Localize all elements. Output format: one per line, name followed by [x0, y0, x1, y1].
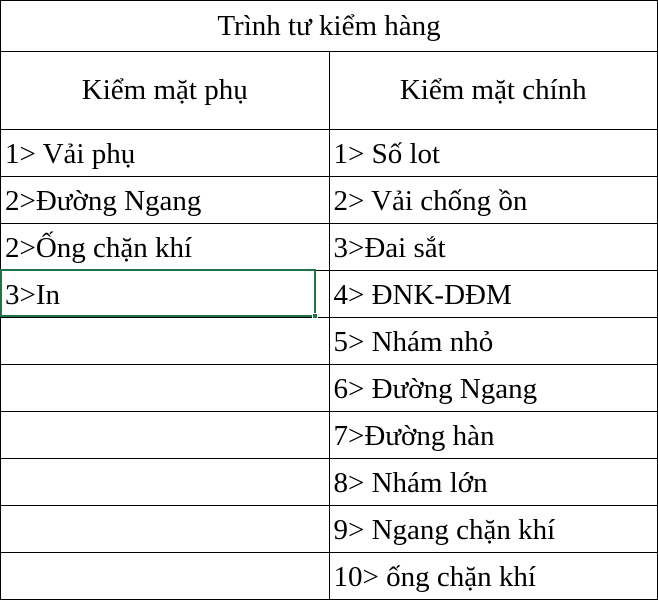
table-title-cell[interactable]: Trình tư kiểm hàng	[0, 0, 658, 52]
main-side-cell[interactable]: 4> ĐNK-DĐM	[328, 270, 658, 318]
secondary-side-cell[interactable]	[0, 364, 330, 412]
secondary-side-cell[interactable]	[0, 505, 330, 553]
secondary-side-cell[interactable]	[0, 552, 330, 600]
table-row: 3>In 4> ĐNK-DĐM	[0, 270, 658, 318]
secondary-side-cell[interactable]: 2>Đường Ngang	[0, 176, 330, 224]
secondary-side-cell[interactable]	[0, 317, 330, 365]
title-row: Trình tư kiểm hàng	[0, 0, 658, 52]
main-side-cell[interactable]: 5> Nhám nhỏ	[328, 317, 658, 365]
table-row: 2>Đường Ngang 2> Vải chống ồn	[0, 176, 658, 224]
column-header-secondary-side[interactable]: Kiểm mặt phụ	[0, 51, 330, 130]
table-row: 5> Nhám nhỏ	[0, 317, 658, 365]
secondary-side-cell[interactable]	[0, 411, 330, 459]
main-side-cell[interactable]: 8> Nhám lớn	[328, 458, 658, 506]
secondary-side-cell[interactable]: 2>Ống chặn khí	[0, 223, 330, 271]
fill-handle[interactable]	[312, 313, 318, 319]
inspection-order-table: Trình tư kiểm hàng Kiểm mặt phụ Kiểm mặt…	[0, 0, 658, 600]
table-row: 10> ống chặn khí	[0, 552, 658, 600]
main-side-cell[interactable]: 2> Vải chống ồn	[328, 176, 658, 224]
secondary-side-cell-selected[interactable]: 3>In	[0, 270, 330, 318]
main-side-cell[interactable]: 6> Đường Ngang	[328, 364, 658, 412]
column-header-main-side[interactable]: Kiểm mặt chính	[328, 51, 658, 130]
secondary-side-cell[interactable]: 1> Vải phụ	[0, 129, 330, 177]
spreadsheet-sheet: Trình tư kiểm hàng Kiểm mặt phụ Kiểm mặt…	[0, 0, 658, 600]
table-row: 8> Nhám lớn	[0, 458, 658, 506]
secondary-side-cell[interactable]	[0, 458, 330, 506]
main-side-cell[interactable]: 9> Ngang chặn khí	[328, 505, 658, 553]
table-row: 9> Ngang chặn khí	[0, 505, 658, 553]
main-side-cell[interactable]: 3>Đai sắt	[328, 223, 658, 271]
table-row: 7>Đường hàn	[0, 411, 658, 459]
table-row: 6> Đường Ngang	[0, 364, 658, 412]
main-side-cell[interactable]: 7>Đường hàn	[328, 411, 658, 459]
header-row: Kiểm mặt phụ Kiểm mặt chính	[0, 51, 658, 130]
main-side-cell[interactable]: 1> Số lot	[328, 129, 658, 177]
main-side-cell[interactable]: 10> ống chặn khí	[328, 552, 658, 600]
table-row: 2>Ống chặn khí 3>Đai sắt	[0, 223, 658, 271]
table-row: 1> Vải phụ 1> Số lot	[0, 129, 658, 177]
